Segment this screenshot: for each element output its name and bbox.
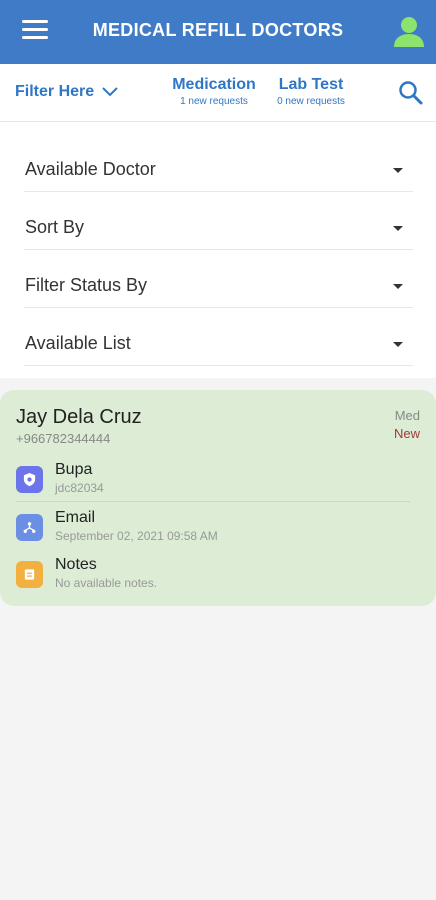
note-icon [16,561,43,588]
caret-down-icon [393,342,403,347]
filter-label: Filter Here [15,83,95,100]
caret-down-icon [393,226,403,231]
tab-lab-test-label: Lab Test [278,76,344,93]
tab-medication-count: 1 new requests [180,96,248,107]
app-title: MEDICAL REFILL DOCTORS [92,20,344,40]
request-type: Med [394,408,420,423]
tab-medication-label: Medication [172,76,256,93]
list-item-insurance: Bupa jdc82034 [16,460,410,502]
app-bar: MEDICAL REFILL DOCTORS [0,0,436,64]
search-icon[interactable] [398,80,424,106]
request-card[interactable]: Jay Dela Cruz +966782344444 Med New Bupa… [0,390,436,606]
dropdown-label: Available Doctor [25,159,156,179]
share-icon [16,514,43,541]
filter-status-dropdown[interactable]: Filter Status By [24,264,413,308]
chevron-down-icon [102,87,118,97]
dropdown-label: Sort By [25,217,85,237]
list-item-email: Email September 02, 2021 09:58 AM [16,508,410,552]
available-doctor-dropdown[interactable]: Available Doctor [24,148,413,192]
sort-by-dropdown[interactable]: Sort By [24,206,413,250]
patient-name: Jay Dela Cruz [16,406,142,428]
dropdown-label: Filter Status By [25,275,148,295]
notes-label: Notes [55,556,97,573]
filter-bar: Filter Here Medication 1 new requests La… [0,64,436,122]
email-timestamp: September 02, 2021 09:58 AM [55,529,218,543]
tab-lab-test-count: 0 new requests [277,96,345,107]
notes-value: No available notes. [55,576,158,590]
profile-icon[interactable] [392,14,426,48]
tab-lab-test[interactable]: Lab Test 0 new requests [266,76,356,107]
list-item-notes: Notes No available notes. [16,555,410,599]
insurance-name: Bupa [55,461,93,478]
available-list-dropdown[interactable]: Available List [24,322,413,366]
shield-icon [16,466,43,493]
caret-down-icon [393,168,403,173]
patient-phone: +966782344444 [16,431,111,446]
filter-panel: Available Doctor Sort By Filter Status B… [0,122,436,378]
insurance-id: jdc82034 [55,481,104,495]
filter-dropdown[interactable]: Filter Here [15,83,118,101]
dropdown-label: Available List [25,333,131,353]
status-badge: New [393,426,420,441]
tab-medication[interactable]: Medication 1 new requests [168,76,260,107]
caret-down-icon [393,284,403,289]
email-label: Email [55,509,96,526]
